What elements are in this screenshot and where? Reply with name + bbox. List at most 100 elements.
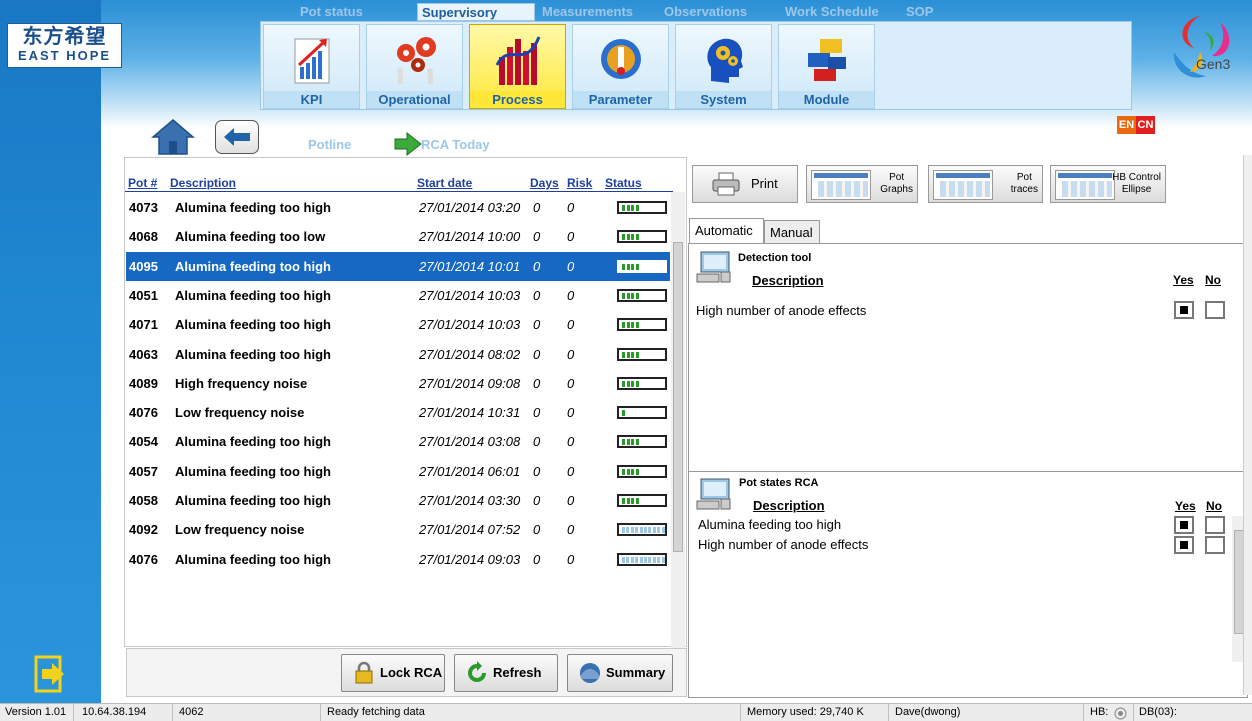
tab-measurements[interactable]: Measurements (542, 3, 633, 21)
pot-graphs-button[interactable]: Pot Graphs (806, 165, 918, 203)
pot-cell: 4057 (129, 463, 158, 479)
start-date-cell: 27/01/2014 06:01 (419, 463, 521, 479)
menu-operational-button[interactable]: Operational (366, 24, 463, 109)
detection-yes-checkbox[interactable] (1174, 301, 1194, 319)
menu-system-button[interactable]: System (675, 24, 772, 109)
pot-state-yes-checkbox[interactable] (1174, 536, 1194, 554)
menu-parameter-button[interactable]: Parameter (572, 24, 669, 109)
pot-state-no-checkbox[interactable] (1205, 516, 1225, 534)
tab-pot-status[interactable]: Pot status (300, 3, 363, 21)
language-switch[interactable]: EN CN (1117, 116, 1155, 134)
back-button[interactable] (215, 120, 259, 154)
detection-no-checkbox[interactable] (1205, 301, 1225, 319)
table-row[interactable]: 4073 Alumina feeding too high 27/01/2014 0… (126, 193, 670, 222)
menu-module-label: Module (779, 91, 874, 108)
summary-icon (580, 663, 600, 683)
module-blocks-icon (804, 31, 850, 89)
table-row[interactable]: 4092 Low frequency noise 27/01/2014 07:52 0… (126, 515, 670, 544)
list-button-bar: Lock RCA Refresh Summary (126, 648, 687, 697)
start-date-cell: 27/01/2014 03:08 (419, 434, 521, 450)
pot-cell: 4073 (129, 200, 158, 215)
pot-traces-button[interactable]: Pot traces (928, 165, 1043, 203)
pot-state-no-checkbox[interactable] (1205, 536, 1225, 554)
kpi-chart-icon (289, 31, 335, 89)
col-pot[interactable]: Pot # (128, 176, 157, 190)
hb-control-ellipse-button[interactable]: HB Control Ellipse (1050, 165, 1166, 203)
table-row[interactable]: 4095 Alumina feeding too high 27/01/2014 1… (126, 251, 670, 281)
summary-button[interactable]: Summary (567, 654, 673, 692)
table-row[interactable]: 4071 Alumina feeding too high 27/01/2014 1… (126, 310, 670, 339)
lock-rca-button[interactable]: Lock RCA (341, 654, 445, 692)
refresh-label: Refresh (493, 665, 542, 680)
menu-module-button[interactable]: Module (778, 24, 875, 109)
exit-button[interactable] (34, 655, 68, 693)
app-window: 东方希望 EAST HOPE Gen3 Pot status Superviso… (0, 0, 1252, 721)
breadcrumb-rca-today[interactable]: RCA Today (393, 131, 490, 157)
pot-cell: 4051 (129, 287, 158, 303)
home-button[interactable] (150, 117, 196, 157)
col-risk[interactable]: Risk (567, 176, 592, 190)
tab-sop[interactable]: SOP (906, 3, 933, 21)
refresh-button[interactable]: Refresh (454, 654, 558, 692)
table-row[interactable]: 4054 Alumina feeding too high 27/01/2014 0… (126, 427, 670, 456)
col-description[interactable]: Description (170, 176, 236, 190)
pot-state-yes-checkbox[interactable] (1174, 516, 1194, 534)
tab-observations[interactable]: Observations (664, 3, 747, 21)
tab-work-schedule[interactable]: Work Schedule (785, 3, 879, 21)
risk-cell: 0 (567, 463, 575, 479)
risk-cell: 0 (567, 551, 575, 567)
col-start-date[interactable]: Start date (417, 176, 472, 190)
table-row[interactable]: 4076 Alumina feeding too high 27/01/2014 0… (126, 545, 670, 574)
risk-cell: 0 (567, 375, 575, 391)
table-row[interactable]: 4089 High frequency noise 27/01/2014 09:08… (126, 369, 670, 398)
risk-cell: 0 (567, 229, 575, 245)
risk-cell: 0 (567, 434, 575, 450)
list-scrollbar[interactable] (671, 192, 685, 648)
start-date-cell: 27/01/2014 03:30 (419, 493, 521, 508)
detection-yes-header: Yes (1173, 273, 1194, 287)
status-bar: Version 1.01 10.64.38.194 4062 Ready fet… (0, 703, 1252, 721)
days-cell: 0 (533, 463, 541, 479)
computer-icon (696, 251, 731, 283)
lang-cn[interactable]: CN (1136, 116, 1155, 134)
start-date-cell: 27/01/2014 10:00 (419, 229, 521, 245)
module-menu-bar: KPI Operational Process Parameter System (260, 21, 1132, 110)
tab-automatic[interactable]: Automatic (689, 218, 764, 244)
table-row[interactable]: 4057 Alumina feeding too high 27/01/2014 0… (126, 457, 670, 486)
tab-manual[interactable]: Manual (764, 220, 820, 244)
table-row[interactable]: 4058 Alumina feeding too high 27/01/2014 0… (126, 486, 670, 515)
col-status[interactable]: Status (605, 176, 642, 190)
pot-cell: 4076 (129, 405, 158, 421)
print-button[interactable]: Print (692, 165, 798, 203)
status-user: Dave(dwong) (895, 706, 961, 718)
lang-en[interactable]: EN (1117, 116, 1136, 134)
table-row[interactable]: 4051 Alumina feeding too high 27/01/2014 1… (126, 281, 670, 310)
window-scrollbar[interactable] (1243, 155, 1252, 695)
pot-state-item: Alumina feeding too high (698, 517, 842, 532)
pot-cell: 4071 (129, 317, 158, 333)
days-cell: 0 (533, 493, 541, 508)
days-cell: 0 (533, 405, 541, 421)
status-pot: 4062 (179, 706, 204, 718)
breadcrumb-potline[interactable]: Potline (308, 137, 351, 152)
table-row[interactable]: 4068 Alumina feeding too low 27/01/2014 10… (126, 222, 670, 251)
pot-states-desc-header: Description (753, 498, 825, 513)
table-row[interactable]: 4076 Low frequency noise 27/01/2014 10:31 0… (126, 398, 670, 427)
left-sidebar (0, 0, 101, 703)
description-cell: Alumina feeding too high (175, 200, 331, 215)
start-date-cell: 27/01/2014 10:01 (419, 258, 521, 274)
parameter-globe-icon (598, 31, 644, 89)
start-date-cell: 27/01/2014 09:08 (419, 375, 521, 391)
risk-cell: 0 (567, 317, 575, 333)
list-scroll-thumb[interactable] (673, 242, 683, 552)
gears-people-icon (392, 31, 438, 89)
print-label: Print (751, 176, 778, 191)
menu-kpi-button[interactable]: KPI (263, 24, 360, 109)
table-row[interactable]: 4063 Alumina feeding too high 27/01/2014 0… (126, 340, 670, 369)
menu-process-button[interactable]: Process (469, 24, 566, 109)
tab-supervisory[interactable]: Supervisory (417, 3, 535, 21)
list-header: Pot # Description Start date Days Risk S… (125, 176, 673, 192)
col-days[interactable]: Days (530, 176, 559, 190)
days-cell: 0 (533, 287, 541, 303)
pot-cell: 4054 (129, 434, 158, 450)
